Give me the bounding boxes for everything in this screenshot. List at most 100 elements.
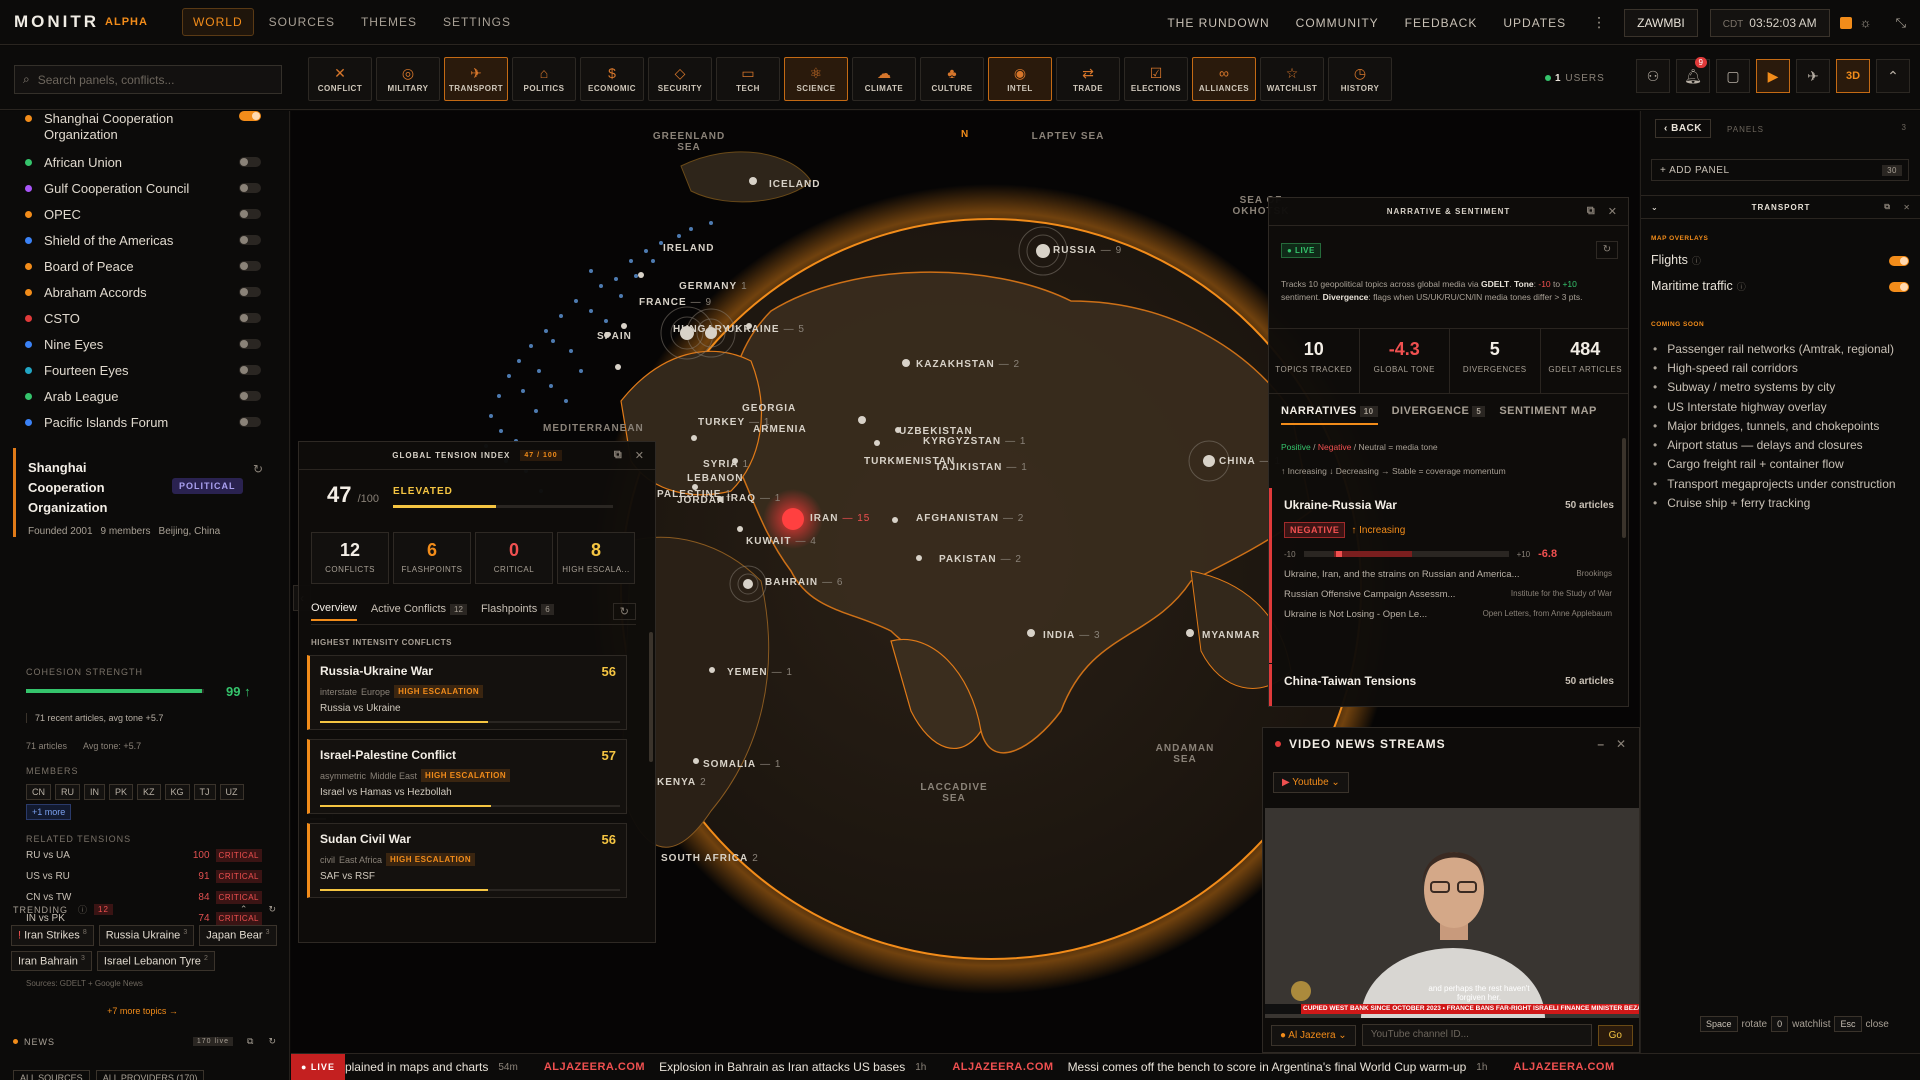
alliance-toggle[interactable] [239,339,261,349]
map-label-south-africa[interactable]: SOUTH AFRICA 2 [661,853,759,864]
category-economic[interactable]: $ ECONOMIC [580,57,644,101]
map-label-tajikistan[interactable]: TAJIKISTAN — 1 [935,462,1028,473]
refresh-trending-icon[interactable]: ↻ [268,904,277,915]
nav-link-feedback[interactable]: FEEDBACK [1405,16,1478,30]
brightness-icon[interactable]: ☼ [1860,15,1872,30]
map-label-germany[interactable]: GERMANY 1 [679,281,748,292]
map-label-ireland[interactable]: IRELAND [663,243,714,254]
trending-tag[interactable]: Iran Bahrain 3 [11,950,92,972]
video-icon[interactable]: ▶ [1756,59,1790,93]
map-label-armenia[interactable]: ARMENIA [753,424,807,435]
map-label-kazakhstan[interactable]: KAZAKHSTAN — 2 [916,359,1020,370]
refresh-icon[interactable]: ↻ [1596,241,1618,259]
trending-tag[interactable]: Russia Ukraine 3 [98,925,195,946]
map-label-afghanistan[interactable]: AFGHANISTAN — 2 [916,513,1024,524]
narrative-scrollbar[interactable] [1622,438,1626,538]
gti-tab[interactable]: Overview [311,602,357,621]
conflict-card[interactable]: Sudan Civil War 56 civil East Africa HIGH ES… [307,823,627,898]
map-label-somalia[interactable]: SOMALIA — 1 [703,759,781,770]
conflict-card[interactable]: Russia-Ukraine War 56 interstate Europe HIGH… [307,655,627,730]
headline-row[interactable]: Ukraine, Iran, and the strains on Russia… [1284,569,1612,580]
alliance-toggle[interactable] [239,417,261,427]
all-sources-tab[interactable]: ALL SOURCES [13,1070,90,1080]
search-input[interactable]: ⌕ Search panels, conflicts... [14,65,282,94]
map-label-france[interactable]: FRANCE — 9 [639,297,712,308]
category-watchlist[interactable]: ☆ WATCHLIST [1260,57,1324,101]
trending-tag[interactable]: Japan Bear 3 [199,925,277,946]
alliance-toggle[interactable] [239,209,261,219]
map-label-spain[interactable]: SPAIN [597,331,632,342]
map-label-myanmar[interactable]: MYANMAR [1202,630,1260,641]
provider-select[interactable]: ▶ Youtube ⌄ [1273,772,1349,793]
app-logo[interactable]: MONITR [14,12,99,32]
close-icon[interactable]: ✕ [1616,737,1627,751]
alliance-toggle[interactable] [239,287,261,297]
narrative-tab[interactable]: DIVERGENCE 5 [1392,405,1486,425]
map-label-kyrgyzstan[interactable]: KYRGYZSTAN — 1 [923,436,1027,447]
user-chip[interactable]: ZAWMBI [1624,8,1698,37]
theme-swatch-icon[interactable] [1839,16,1852,29]
maritime-toggle-row[interactable]: Maritime traffic ⓘ [1651,279,1909,293]
refresh-icon[interactable]: ↻ [612,603,636,620]
gti-tab[interactable]: Flashpoints 6 [481,603,554,620]
ticker-headline[interactable]: Explosion in Bahrain as Iran attacks US … [659,1060,905,1074]
map-label-kenya[interactable]: KENYA 2 [657,777,707,788]
member-chip[interactable]: PK [109,784,134,800]
view-3d-button[interactable]: 3D [1836,59,1870,93]
category-trade[interactable]: ⇄ TRADE [1056,57,1120,101]
close-icon[interactable]: ✕ [1608,205,1618,218]
category-intel[interactable]: ◉ INTEL [988,57,1052,101]
map-label-iraq[interactable]: IRAQ — 1 [727,493,781,504]
map-label-georgia[interactable]: GEORGIA [742,403,796,414]
fullscreen-icon[interactable]: ⤡ [1896,15,1906,31]
close-icon[interactable]: ✕ [1903,203,1911,212]
alliance-item[interactable]: Fourteen Eyes [25,357,289,383]
ticker-headline[interactable]: Messi comes off the bench to score in Ar… [1068,1060,1467,1074]
map-label-yemen[interactable]: YEMEN — 1 [727,667,793,678]
tension-row[interactable]: RU vs UA 100 CRITICAL [26,846,262,865]
collapse-icon[interactable]: ⌃ [1876,59,1910,93]
alliance-item[interactable]: Board of Peace [25,253,289,279]
map-label-iceland[interactable]: ICELAND [769,179,820,190]
ticker-headline[interactable]: plained in maps and charts [345,1060,488,1074]
category-elections[interactable]: ☑ ELECTIONS [1124,57,1188,101]
map-label-kuwait[interactable]: KUWAIT — 4 [746,536,817,547]
popout-icon[interactable]: ⧉ [1587,205,1596,218]
info-icon[interactable]: ⓘ [78,903,88,916]
alliance-item[interactable]: Pacific Islands Forum [25,409,289,435]
refresh-news-icon[interactable]: ↻ [268,1036,277,1047]
popout-icon[interactable]: ⧉ [1884,202,1891,212]
alliance-item[interactable]: Gulf Cooperation Council [25,175,289,201]
narrative-story[interactable]: Ukraine-Russia War 50 articles NEGATIVE ↑… [1269,488,1624,663]
alliance-toggle[interactable] [239,235,261,245]
maritime-toggle[interactable] [1889,282,1909,292]
narrative-story[interactable]: China-Taiwan Tensions 50 articles [1269,664,1624,706]
nav-tab-world[interactable]: WORLD [181,8,254,36]
alliance-item[interactable]: Shield of the Americas [25,227,289,253]
map-label-jordan[interactable]: JORDAN [677,495,725,506]
alliance-toggle[interactable] [239,111,261,121]
open-news-icon[interactable]: ⧉ [247,1036,254,1047]
more-menu-icon[interactable]: ⋮ [1592,14,1606,31]
category-military[interactable]: ◎ MILITARY [376,57,440,101]
video-player[interactable]: and perhaps the rest haven't forgiven he… [1265,808,1639,1018]
flights-toggle-row[interactable]: Flights ⓘ [1651,253,1909,267]
category-conflict[interactable]: ✕ CONFLICT [308,57,372,101]
refresh-icon[interactable]: ↻ [253,462,263,476]
member-chip[interactable]: TJ [193,784,216,800]
headline-row[interactable]: Russian Offensive Campaign Assessm... Ins… [1284,589,1612,600]
map-label-lebanon[interactable]: LEBANON [687,473,743,484]
alliance-item[interactable]: Shanghai Cooperation Organization [25,111,289,149]
alliance-toggle[interactable] [239,157,261,167]
ticker-source[interactable]: ALJAZEERA.COM [544,1061,645,1073]
alliance-item[interactable]: Abraham Accords [25,279,289,305]
alliance-item[interactable]: Arab League [25,383,289,409]
category-alliances[interactable]: ∞ ALLIANCES [1192,57,1256,101]
category-tech[interactable]: ▭ TECH [716,57,780,101]
category-politics[interactable]: ⌂ POLITICS [512,57,576,101]
alliance-item[interactable]: Nine Eyes [25,331,289,357]
notifications-icon[interactable]: 🔔︎ 9 [1676,57,1710,93]
chat-icon[interactable]: ▢ [1716,59,1750,93]
channel-id-input[interactable]: YouTube channel ID... [1361,1024,1592,1046]
conflict-card[interactable]: Israel-Palestine Conflict 57 asymmetric Mid… [307,739,627,814]
